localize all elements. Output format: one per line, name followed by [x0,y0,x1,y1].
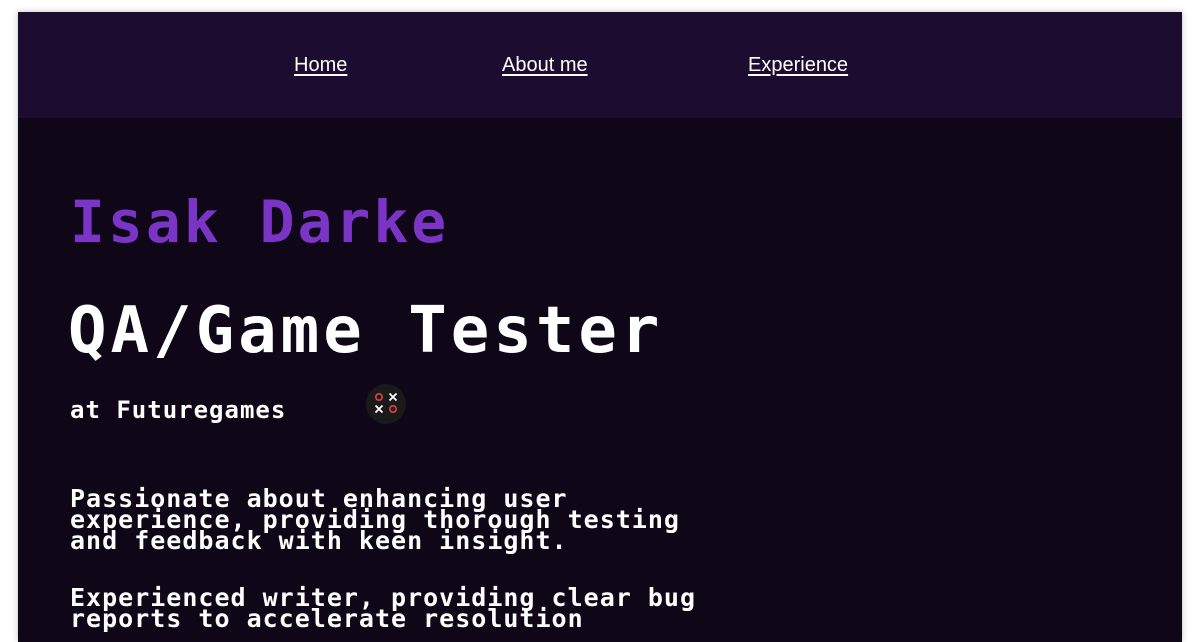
nav-link-home[interactable]: Home [294,54,347,77]
job-title: QA/Game Tester [68,294,664,368]
company-text: at Futuregames [70,396,287,424]
about-paragraph-1: Passionate about enhancing user experien… [70,486,680,553]
top-navbar: Home About me Experience [18,12,1182,118]
nav-link-experience[interactable]: Experience [748,54,848,77]
about-paragraph-2: Experienced writer, providing clear bug … [70,585,696,631]
profile-name: Isak Darke [70,188,450,256]
futuregames-logo-icon[interactable] [366,384,406,424]
nav-link-about-me[interactable]: About me [502,54,588,77]
page-frame: Home About me Experience Isak Darke QA/G… [18,12,1182,642]
